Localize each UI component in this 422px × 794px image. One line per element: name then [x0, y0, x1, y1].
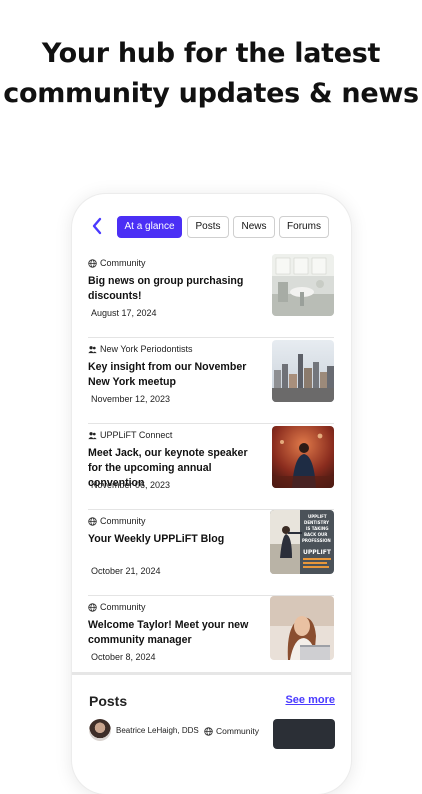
- feed-item-group-label: Community: [100, 602, 146, 612]
- feed-item-date: August 17, 2024: [91, 308, 157, 318]
- blog-cover-text: UPPLIFT: [308, 514, 327, 519]
- globe-icon: [204, 726, 213, 736]
- feed-item-thumbnail: [272, 340, 334, 402]
- post-item[interactable]: Beatrice LeHaigh, DDS Community: [89, 719, 335, 749]
- svg-text:UPPLIFT: UPPLIFT: [303, 549, 332, 556]
- feed-item-date: November 12, 2023: [91, 394, 171, 404]
- feed-item-date: October 21, 2024: [91, 566, 161, 576]
- globe-icon: [88, 258, 97, 268]
- tab-bar: At a glance Posts News Forums: [72, 216, 351, 238]
- posts-section-title: Posts: [89, 693, 128, 709]
- svg-text:IS TAKING: IS TAKING: [306, 526, 329, 531]
- headline-line-2: community updates & news: [3, 78, 419, 109]
- avatar: [89, 719, 111, 741]
- feed-item-group: New York Periodontists: [88, 344, 193, 354]
- feed-item-date: November 06, 2023: [91, 480, 171, 490]
- tab-posts[interactable]: Posts: [187, 216, 229, 238]
- svg-text:PROFESSION: PROFESSION: [302, 538, 331, 543]
- back-chevron-icon[interactable]: [90, 216, 108, 238]
- feed-item-group: Community: [88, 258, 146, 268]
- headline-line-1: Your hub for the latest: [41, 38, 381, 69]
- svg-text:BACK OUR: BACK OUR: [304, 532, 327, 537]
- feed-item-date: October 8, 2024: [91, 652, 156, 662]
- feed-item[interactable]: Community Your Weekly UPPLiFT Blog Octob…: [88, 510, 334, 596]
- feed-item-thumbnail: [270, 596, 334, 660]
- post-thumbnail: [273, 719, 335, 749]
- phone-frame: At a glance Posts News Forums Community …: [72, 194, 351, 794]
- post-group-label: Community: [216, 726, 259, 736]
- feed-item-thumbnail: UPPLIFT DENTISTRY IS TAKING BACK OUR PRO…: [270, 510, 334, 574]
- globe-icon: [88, 516, 97, 526]
- feed-item-group-label: New York Periodontists: [100, 344, 193, 354]
- headline: Your hub for the latest community update…: [0, 34, 422, 114]
- feed-item-thumbnail: [272, 254, 334, 316]
- see-more-link[interactable]: See more: [285, 694, 335, 706]
- feed-item[interactable]: Community Big news on group purchasing d…: [88, 252, 334, 338]
- feed-item-group: Community: [88, 516, 146, 526]
- globe-icon: [88, 602, 97, 612]
- feed-item-title: Big news on group purchasing discounts!: [88, 275, 244, 302]
- feed-item-title: Welcome Taylor! Meet your new community …: [88, 619, 249, 646]
- tab-at-a-glance[interactable]: At a glance: [117, 216, 182, 238]
- people-icon: [88, 345, 97, 353]
- tab-news[interactable]: News: [233, 216, 275, 238]
- post-group: Community: [204, 726, 259, 736]
- feed-item-group-label: UPPLiFT Connect: [100, 430, 173, 440]
- post-author: Beatrice LeHaigh, DDS: [116, 726, 199, 735]
- feed-item[interactable]: UPPLiFT Connect Meet Jack, our keynote s…: [88, 424, 334, 510]
- section-divider: [72, 672, 351, 675]
- svg-text:DENTISTRY: DENTISTRY: [304, 520, 329, 525]
- feed-item-title: Your Weekly UPPLiFT Blog: [88, 533, 225, 545]
- feed-item-group-label: Community: [100, 516, 146, 526]
- tab-forums[interactable]: Forums: [279, 216, 329, 238]
- feed-item[interactable]: New York Periodontists Key insight from …: [88, 338, 334, 424]
- feed-item-group: UPPLiFT Connect: [88, 430, 172, 440]
- feed-item-title: Key insight from our November New York m…: [88, 361, 247, 388]
- feed-item[interactable]: Community Welcome Taylor! Meet your new …: [88, 596, 334, 682]
- feed-item-group: Community: [88, 602, 146, 612]
- people-icon: [88, 431, 97, 439]
- feed-item-group-label: Community: [100, 258, 146, 268]
- feed-item-thumbnail: [272, 426, 334, 488]
